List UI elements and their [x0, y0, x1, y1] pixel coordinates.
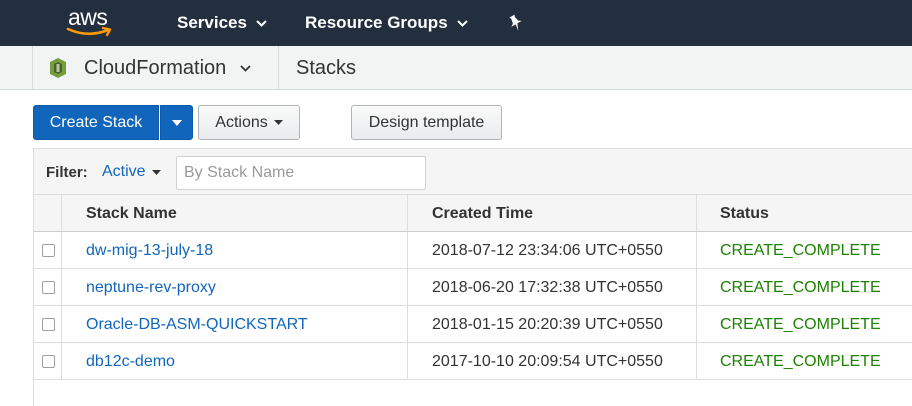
- header-stack-name[interactable]: Stack Name: [86, 205, 177, 223]
- top-navbar: aws Services Resource Groups: [0, 0, 912, 46]
- stack-name-link[interactable]: db12c-demo: [86, 353, 175, 371]
- column-divider: [61, 232, 62, 268]
- created-time: 2018-06-20 17:32:38 UTC+0550: [432, 279, 663, 296]
- status-text: CREATE_COMPLETE: [720, 316, 881, 333]
- status-text: CREATE_COMPLETE: [720, 242, 881, 259]
- column-divider: [61, 195, 62, 231]
- table-row[interactable]: dw-mig-13-july-18 2018-07-12 23:34:06 UT…: [34, 232, 912, 269]
- filter-label: Filter:: [46, 164, 88, 181]
- stack-name-search-input[interactable]: [176, 156, 426, 190]
- header-status[interactable]: Status: [720, 205, 769, 223]
- column-divider: [407, 343, 408, 379]
- column-divider: [696, 269, 697, 305]
- column-divider: [696, 195, 697, 231]
- column-divider: [407, 195, 408, 231]
- divider: [278, 46, 279, 90]
- caret-down-icon: [151, 169, 161, 175]
- column-divider: [407, 232, 408, 268]
- pin-icon[interactable]: [508, 14, 524, 32]
- filter-bar: Filter: Active: [33, 148, 912, 194]
- service-bar: CloudFormation Stacks: [0, 46, 912, 90]
- stacks-table: Stack Name Created Time Status dw-mig-13…: [33, 194, 912, 406]
- service-title: CloudFormation: [84, 57, 227, 79]
- table-row[interactable]: Oracle-DB-ASM-QUICKSTART 2018-01-15 20:2…: [34, 306, 912, 343]
- stack-name-link[interactable]: neptune-rev-proxy: [86, 279, 216, 297]
- resource-groups-menu[interactable]: Resource Groups: [305, 13, 468, 33]
- column-divider: [696, 343, 697, 379]
- column-divider: [61, 269, 62, 305]
- table-row[interactable]: neptune-rev-proxy 2018-06-20 17:32:38 UT…: [34, 269, 912, 306]
- column-divider: [696, 232, 697, 268]
- row-checkbox[interactable]: [42, 244, 55, 257]
- column-divider: [61, 343, 62, 379]
- filter-status-dropdown[interactable]: Active: [102, 163, 161, 181]
- created-time: 2018-01-15 20:20:39 UTC+0550: [432, 316, 663, 333]
- actions-label: Actions: [215, 113, 268, 131]
- column-divider: [407, 269, 408, 305]
- create-stack-button[interactable]: Create Stack: [33, 105, 159, 140]
- created-time: 2018-07-12 23:34:06 UTC+0550: [432, 242, 663, 259]
- caret-down-icon: [273, 120, 283, 125]
- row-checkbox[interactable]: [42, 281, 55, 294]
- table-empty-area: [34, 380, 912, 406]
- table-row[interactable]: db12c-demo 2017-10-10 20:09:54 UTC+0550 …: [34, 343, 912, 380]
- services-label: Services: [177, 13, 247, 32]
- table-header: Stack Name Created Time Status: [34, 194, 912, 232]
- page-title: Stacks: [296, 57, 357, 79]
- caret-down-icon: [171, 119, 182, 126]
- service-title-menu[interactable]: CloudFormation: [84, 57, 251, 80]
- divider: [32, 46, 33, 90]
- cloudformation-icon: [50, 58, 66, 78]
- chevron-down-icon: [456, 19, 468, 27]
- design-template-button[interactable]: Design template: [351, 105, 502, 140]
- status-text: CREATE_COMPLETE: [720, 353, 881, 370]
- aws-smile-icon: [66, 26, 112, 37]
- resource-groups-label: Resource Groups: [305, 13, 448, 32]
- row-checkbox[interactable]: [42, 318, 55, 331]
- row-checkbox[interactable]: [42, 355, 55, 368]
- column-divider: [61, 306, 62, 342]
- stack-name-link[interactable]: dw-mig-13-july-18: [86, 242, 213, 260]
- services-menu[interactable]: Services: [177, 13, 267, 33]
- stack-name-link[interactable]: Oracle-DB-ASM-QUICKSTART: [86, 316, 308, 334]
- column-divider: [696, 306, 697, 342]
- chevron-down-icon: [240, 65, 251, 72]
- create-stack-dropdown-button[interactable]: [160, 105, 193, 140]
- status-text: CREATE_COMPLETE: [720, 279, 881, 296]
- filter-status-value: Active: [102, 163, 146, 180]
- header-created-time[interactable]: Created Time: [432, 205, 533, 223]
- actions-button[interactable]: Actions: [198, 105, 300, 140]
- aws-logo[interactable]: aws: [66, 4, 116, 38]
- chevron-down-icon: [256, 19, 267, 27]
- created-time: 2017-10-10 20:09:54 UTC+0550: [432, 353, 663, 370]
- column-divider: [407, 306, 408, 342]
